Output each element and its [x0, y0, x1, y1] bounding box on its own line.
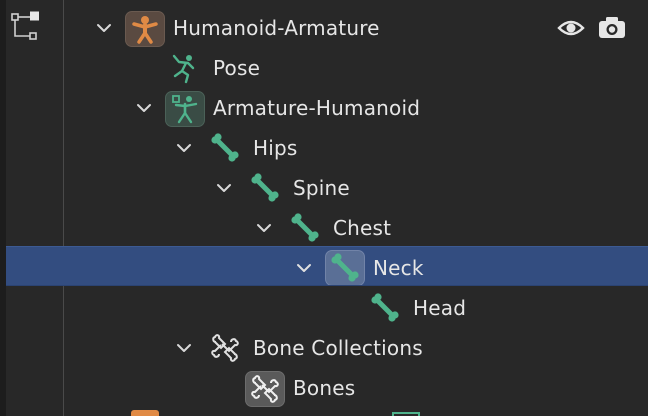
chevron-down-icon[interactable]	[294, 258, 314, 278]
camera-icon[interactable]	[597, 16, 627, 40]
outliner-row-label: Armature-Humanoid	[213, 96, 421, 120]
outliner-row-label: Pose	[213, 56, 261, 80]
bone-icon	[325, 250, 365, 286]
chevron-down-icon[interactable]	[134, 98, 154, 118]
outliner-row-label: Neck	[373, 256, 424, 280]
outliner-row-label: Hips	[253, 136, 298, 160]
chevron-down-icon[interactable]	[174, 338, 194, 358]
outliner-row-bone-collections[interactable]: Bone Collections	[6, 328, 648, 368]
chevron-down-icon[interactable]	[254, 218, 274, 238]
outliner-row-label: Humanoid-Armature	[173, 16, 380, 40]
bone-collection-icon	[245, 371, 285, 407]
bone-icon	[371, 293, 399, 322]
outliner-row-armature-humanoid[interactable]: Armature-Humanoid	[6, 88, 648, 128]
armature-object-icon	[125, 11, 165, 47]
next-row-data-icon-peek	[392, 412, 420, 416]
outliner-row-humanoid-armature[interactable]: Humanoid-Armature	[6, 8, 648, 48]
outliner-row-label: Bones	[293, 376, 356, 400]
chevron-down-icon[interactable]	[94, 18, 114, 38]
bone-icon	[291, 213, 319, 242]
outliner-row-label: Bone Collections	[253, 336, 423, 360]
outliner-row-label: Chest	[333, 216, 392, 240]
armature-data-icon	[165, 91, 205, 127]
bone-collection-icon	[211, 334, 239, 362]
bone-icon	[251, 173, 279, 202]
outliner-row-neck[interactable]: Neck	[6, 246, 648, 286]
outliner-row-hips[interactable]: Hips	[6, 128, 648, 168]
chevron-down-icon[interactable]	[174, 138, 194, 158]
pose-icon	[172, 54, 195, 84]
outliner-row-pose[interactable]: Pose	[6, 48, 648, 88]
chevron-down-icon[interactable]	[214, 178, 234, 198]
eye-icon[interactable]	[557, 16, 585, 40]
next-row-object-icon-peek	[131, 410, 159, 416]
outliner-row-spine[interactable]: Spine	[6, 168, 648, 208]
outliner-row-chest[interactable]: Chest	[6, 208, 648, 248]
outliner-row-label: Head	[413, 296, 467, 320]
bone-icon	[211, 133, 239, 162]
outliner-row-bones[interactable]: Bones	[6, 368, 648, 408]
outliner-row-head[interactable]: Head	[6, 288, 648, 328]
outliner-row-label: Spine	[293, 176, 350, 200]
